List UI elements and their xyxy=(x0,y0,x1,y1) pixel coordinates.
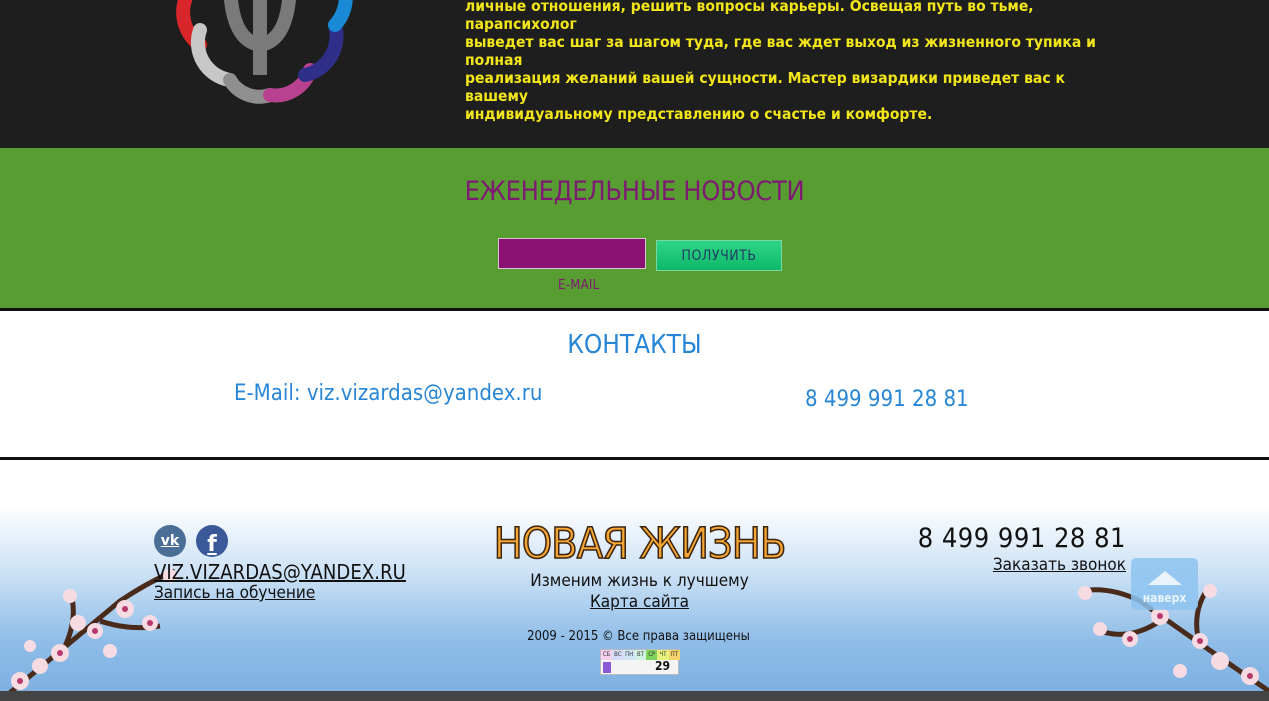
counter-day: ПН xyxy=(623,650,635,660)
intro-line: индивидуальному представлению о счастье … xyxy=(465,105,933,123)
callback-link[interactable]: Заказать звонок xyxy=(993,555,1126,575)
newsletter-title: ЕЖЕНЕДЕЛЬНЫЕ НОВОСТИ xyxy=(464,176,805,207)
intro-section: личные отношения, решить вопросы карьеры… xyxy=(0,0,1269,148)
sitemap-link[interactable]: Карта сайта xyxy=(590,592,689,612)
psi-flower-logo-icon xyxy=(176,0,353,104)
newsletter-email-input[interactable] xyxy=(498,238,646,269)
contacts-title: КОНТАКТЫ xyxy=(567,330,702,360)
counter-bar-icon xyxy=(603,662,611,673)
counter-day: СБ xyxy=(601,650,613,660)
counter-value: 29 xyxy=(654,659,670,673)
intro-line: личные отношения, решить вопросы карьеры… xyxy=(465,0,1034,33)
newsletter-subscribe-button[interactable]: ПОЛУЧИТЬ xyxy=(656,240,782,271)
counter-day: ВТ xyxy=(634,650,647,660)
counter-day: ПТ xyxy=(668,650,680,660)
contact-phone: 8 499 991 28 81 xyxy=(805,387,969,412)
divider xyxy=(0,308,1269,311)
intro-description: личные отношения, решить вопросы карьеры… xyxy=(465,0,1125,123)
contact-email-link[interactable]: viz.vizardas@yandex.ru xyxy=(307,381,543,406)
intro-line: выведет вас шаг за шагом туда, где вас ж… xyxy=(465,33,1096,69)
scroll-to-top-label: наверх xyxy=(1142,591,1187,605)
scroll-to-top-button[interactable]: наверх xyxy=(1131,558,1198,610)
divider xyxy=(0,457,1269,460)
footer: vk f VIZ.VIZARDAS@YANDEX.RU Запись на об… xyxy=(0,461,1269,701)
contact-email-prefix: E-Mail: xyxy=(234,381,307,406)
counter-day: ВС xyxy=(612,650,624,660)
contact-email: E-Mail: viz.vizardas@yandex.ru xyxy=(234,381,542,406)
newsletter-email-label: E-MAIL xyxy=(558,278,600,293)
newsletter-section: ЕЖЕНЕДЕЛЬНЫЕ НОВОСТИ ПОЛУЧИТЬ E-MAIL xyxy=(0,148,1269,308)
footer-phone: 8 499 991 28 81 xyxy=(917,523,1126,554)
sitemap-container: Карта сайта xyxy=(0,592,1269,612)
intro-line: реализация желаний вашей сущности. Масте… xyxy=(465,69,1065,105)
footer-bottom-bar xyxy=(0,691,1269,701)
arrow-up-icon xyxy=(1148,571,1182,585)
copyright: 2009 - 2015 © Все права защищены xyxy=(527,629,750,644)
visit-counter[interactable]: СБ ВС ПН ВТ СР ЧТ ПТ 29 xyxy=(600,649,680,675)
